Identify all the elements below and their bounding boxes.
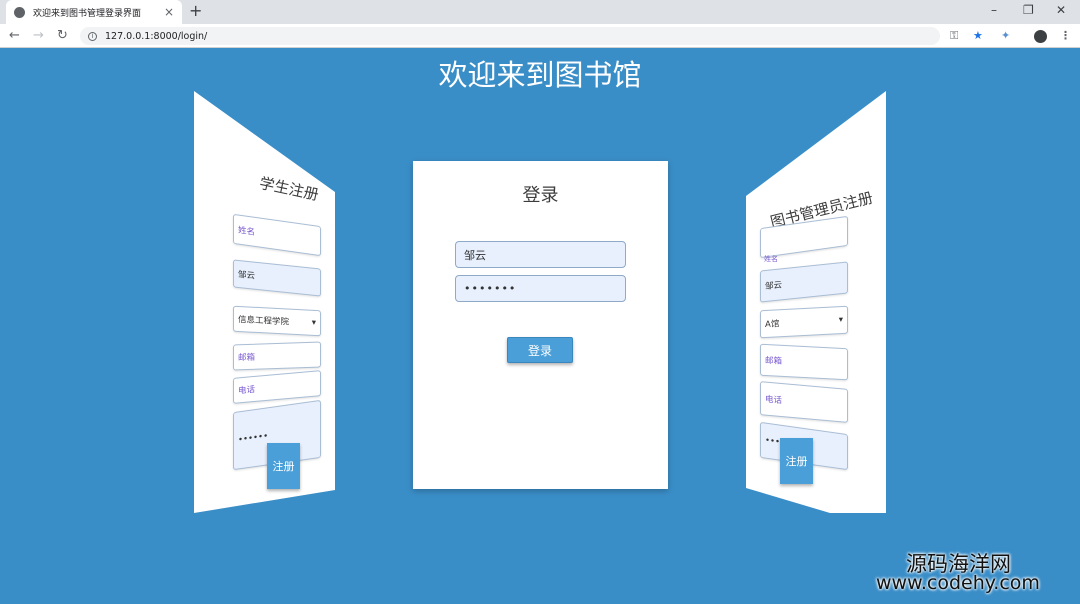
watermark-url: www.codehy.com — [876, 572, 1040, 594]
admin-register-panel — [746, 91, 886, 513]
admin-library-select[interactable]: A馆 ▾ — [760, 305, 848, 339]
chevron-down-icon: ▾ — [838, 314, 843, 326]
admin-library-value: A馆 — [765, 319, 780, 331]
admin-email-input[interactable]: 邮箱 — [760, 343, 848, 381]
admin-register-button[interactable]: 注册 — [780, 438, 813, 484]
